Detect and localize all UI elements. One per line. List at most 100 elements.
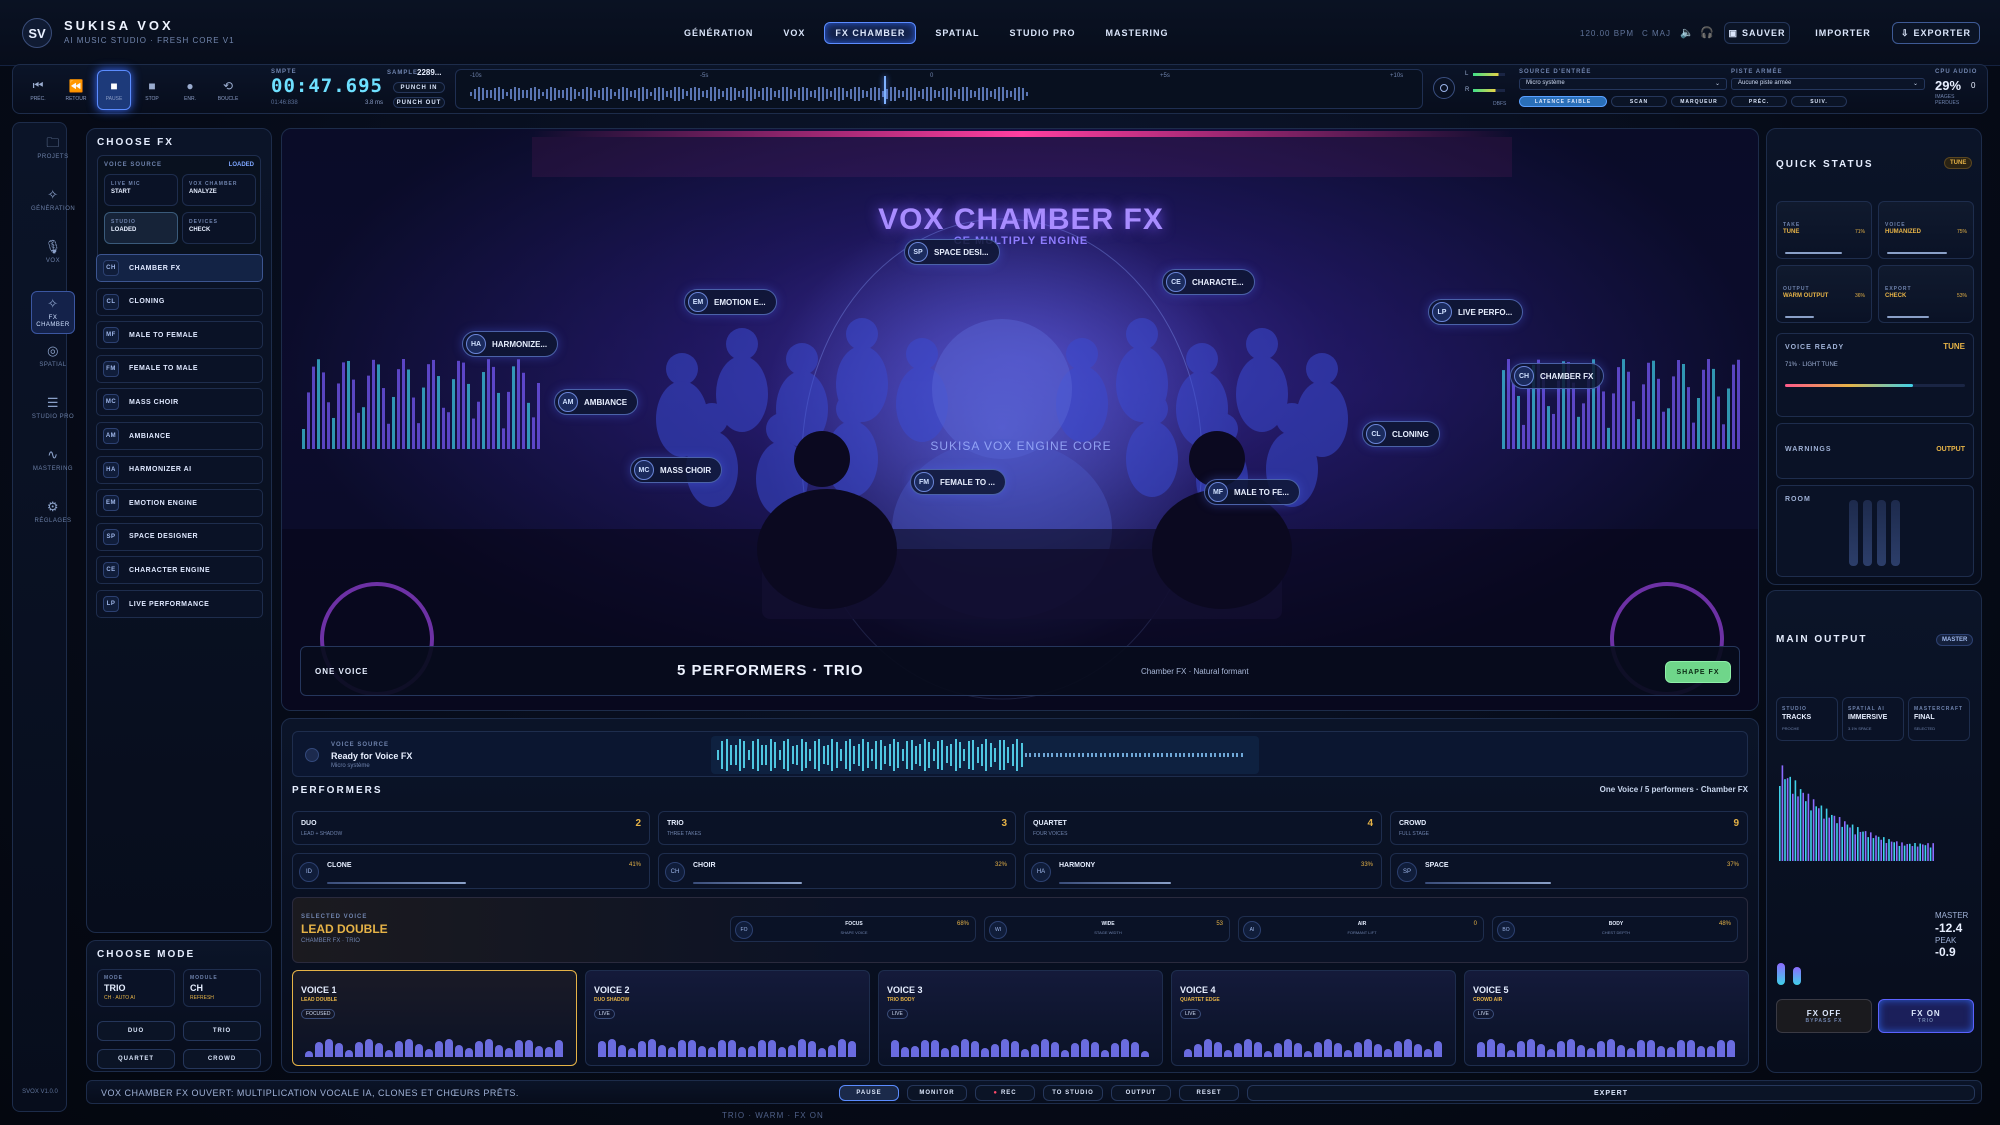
transport-pause-button[interactable]: ■ PAUSE (97, 70, 131, 110)
qs-card-voice[interactable]: VOICE HUMANIZED 75% (1878, 201, 1974, 259)
voice-card-5[interactable]: VOICE 5 CROWD AIR LIVE (1464, 970, 1749, 1066)
action-marqueur[interactable]: MARQUEUR (1671, 96, 1727, 107)
mo-card-mastercraft[interactable]: MASTERCRAFT FINAL SELECTED (1908, 697, 1970, 741)
status-pause-button[interactable]: PAUSE (839, 1085, 899, 1101)
qs-card-take[interactable]: TAKE TUNE 71% (1776, 201, 1872, 259)
mo-card-spatial-ai[interactable]: SPATIAL AI IMMERSIVE 3.1% SPACE (1842, 697, 1904, 741)
count-card-duo[interactable]: DUO LEAD + SHADOW 2 (292, 811, 650, 845)
count-card-quartet[interactable]: QUARTET FOUR VOICES 4 (1024, 811, 1382, 845)
timeline[interactable]: -10s -5s 0 +5s +10s (455, 69, 1423, 109)
action-suiv[interactable]: SUIV. (1791, 96, 1847, 107)
chip-female-to[interactable]: FM FEMALE TO ... (910, 469, 1006, 495)
transport-boucle-button[interactable]: ⟲ BOUCLE (211, 70, 245, 110)
status-output-button[interactable]: OUTPUT (1111, 1085, 1171, 1101)
transport-enr-button[interactable]: ● ENR. (173, 70, 207, 110)
shape-fx-button[interactable]: SHAPE FX (1665, 661, 1731, 683)
chip-characte[interactable]: CE CHARACTE... (1162, 269, 1255, 295)
transport-retour-button[interactable]: ⏪ RETOUR (59, 70, 93, 110)
voice-card-2[interactable]: VOICE 2 DUO SHADOW LIVE (585, 970, 870, 1066)
track-select[interactable]: Aucune piste armée ⌄ (1731, 78, 1925, 90)
source-card-devices[interactable]: DEVICES CHECK (182, 212, 256, 244)
chip-live-perfo[interactable]: LP LIVE PERFO... (1428, 299, 1524, 325)
voice-card-1[interactable]: VOICE 1 LEAD DOUBLE FOCUSED (292, 970, 577, 1066)
mode-option-duo[interactable]: DUO (97, 1021, 175, 1041)
tab-mastering[interactable]: MASTERING (1095, 22, 1180, 44)
fx-card-harmony[interactable]: HA HARMONY 33% (1024, 853, 1382, 889)
mode-card[interactable]: MODE TRIO CH · AUTO AI (97, 969, 175, 1007)
nav-projets[interactable]: 🗀 PROJETS (31, 135, 75, 161)
fx-on-button[interactable]: FX ON TRIO (1878, 999, 1974, 1033)
chip-harmonize[interactable]: HA HARMONIZE... (462, 331, 559, 357)
fx-item-female-to-male[interactable]: FM FEMALE TO MALE (96, 354, 263, 383)
fx-item-mass-choir[interactable]: MC MASS CHOIR (96, 388, 263, 417)
tab-spatial[interactable]: SPATIAL (924, 22, 990, 44)
source-card-studio[interactable]: STUDIO LOADED (104, 212, 178, 244)
fx-off-button[interactable]: FX OFF BYPASS FX (1776, 999, 1872, 1033)
export-button[interactable]: ⇩ EXPORTER (1892, 22, 1980, 44)
qs-card-export[interactable]: EXPORT CHECK 53% (1878, 265, 1974, 323)
voice-card-4[interactable]: VOICE 4 QUARTET EDGE LIVE (1171, 970, 1456, 1066)
fx-item-live-performance[interactable]: LP LIVE PERFORMANCE (96, 590, 263, 618)
fx-item-emotion-engine[interactable]: EM EMOTION ENGINE (96, 489, 263, 518)
action-latence-faible[interactable]: LATENCE FAIBLE (1519, 96, 1607, 107)
nav-generation[interactable]: ✧ GÉNÉRATION (31, 187, 75, 213)
fx-item-male-to-female[interactable]: MF MALE TO FEMALE (96, 321, 263, 350)
speaker-icon[interactable]: 🔈 (1680, 26, 1694, 39)
chip-mass-choir[interactable]: MC MASS CHOIR (630, 457, 723, 483)
source-select[interactable]: Micro système ⌄ (1519, 78, 1727, 90)
transport-prec-button[interactable]: ⏮ PRÉC. (21, 70, 55, 110)
fx-item-chamber-fx[interactable]: CH CHAMBER FX (96, 254, 263, 282)
fx-item-cloning[interactable]: CL CLONING (96, 287, 263, 316)
import-button[interactable]: IMPORTER (1800, 22, 1886, 44)
fx-item-harmonizer-ai[interactable]: HA HARMONIZER AI (96, 455, 263, 484)
chip-cloning[interactable]: CL CLONING (1362, 421, 1440, 447)
fx-card-space[interactable]: SP SPACE 37% (1390, 853, 1748, 889)
count-card-trio[interactable]: TRIO THREE TAKES 3 (658, 811, 1016, 845)
status-rec-button[interactable]: ● REC (975, 1085, 1035, 1101)
save-button[interactable]: ▣ SAUVER (1724, 22, 1790, 44)
tab-generation[interactable]: GÉNÉRATION (673, 22, 764, 44)
qs-card-output[interactable]: OUTPUT WARM OUTPUT 36% (1776, 265, 1872, 323)
nav-studio-pro[interactable]: ☰ STUDIO PRO (31, 395, 75, 421)
tab-fx-chamber[interactable]: FX CHAMBER (824, 22, 917, 44)
chip-space-desi[interactable]: SP SPACE DESI... (904, 239, 1000, 265)
chip-ambiance[interactable]: AM AMBIANCE (554, 389, 639, 415)
source-card-vox-chamber[interactable]: VOX CHAMBER ANALYZE (182, 174, 256, 206)
action-scan[interactable]: SCAN (1611, 96, 1667, 107)
logo[interactable]: SV (22, 18, 52, 48)
param-air[interactable]: AI AIR FORMANT LIFT 0 (1238, 916, 1484, 942)
transport-stop-button[interactable]: ■ STOP (135, 70, 169, 110)
headphones-icon[interactable]: 🎧 (1700, 26, 1714, 39)
count-card-crowd[interactable]: CROWD FULL STAGE 9 (1390, 811, 1748, 845)
action-prec[interactable]: PRÉC. (1731, 96, 1787, 107)
punch-out-button[interactable]: PUNCH OUT (393, 97, 445, 108)
status-to-studio-button[interactable]: TO STUDIO (1043, 1085, 1103, 1101)
mode-option-quartet[interactable]: QUARTET (97, 1049, 175, 1069)
status-monitor-button[interactable]: MONITOR (907, 1085, 967, 1101)
status-reset-button[interactable]: RESET (1179, 1085, 1239, 1101)
nav-reglages[interactable]: ⚙ RÉGLAGES (31, 499, 75, 525)
monitor-knob[interactable] (1433, 77, 1455, 99)
param-body[interactable]: BO BODY CHEST DEPTH 48% (1492, 916, 1738, 942)
tab-studio-pro[interactable]: STUDIO PRO (999, 22, 1087, 44)
param-focus[interactable]: FO FOCUS SHAPE VOICE 68% (730, 916, 976, 942)
fx-card-choir[interactable]: CH CHOIR 32% (658, 853, 1016, 889)
nav-fx-chamber[interactable]: ✧ FX CHAMBER (31, 291, 75, 334)
nav-vox[interactable]: 🎙 VOX (31, 239, 75, 265)
fx-item-space-designer[interactable]: SP SPACE DESIGNER (96, 522, 263, 551)
fx-card-clone[interactable]: ID CLONE 41% (292, 853, 650, 889)
chip-male-to-fe[interactable]: MF MALE TO FE... (1204, 479, 1300, 505)
voice-card-3[interactable]: VOICE 3 TRIO BODY LIVE (878, 970, 1163, 1066)
fx-item-ambiance[interactable]: AM AMBIANCE (96, 422, 263, 450)
mode-option-crowd[interactable]: CROWD (183, 1049, 261, 1069)
punch-in-button[interactable]: PUNCH IN (393, 82, 445, 93)
nav-spatial[interactable]: ◎ SPATIAL (31, 343, 75, 369)
chip-chamber-fx[interactable]: CH CHAMBER FX (1510, 363, 1605, 389)
tab-vox[interactable]: VOX (772, 22, 816, 44)
nav-mastering[interactable]: ∿ MASTERING (31, 447, 75, 473)
mo-card-studio[interactable]: STUDIO TRACKS PROCHE (1776, 697, 1838, 741)
playhead[interactable] (884, 76, 886, 104)
fx-item-character-engine[interactable]: CE CHARACTER ENGINE (96, 556, 263, 585)
source-card-live-mic[interactable]: LIVE MIC START (104, 174, 178, 206)
mode-option-trio[interactable]: TRIO (183, 1021, 261, 1041)
